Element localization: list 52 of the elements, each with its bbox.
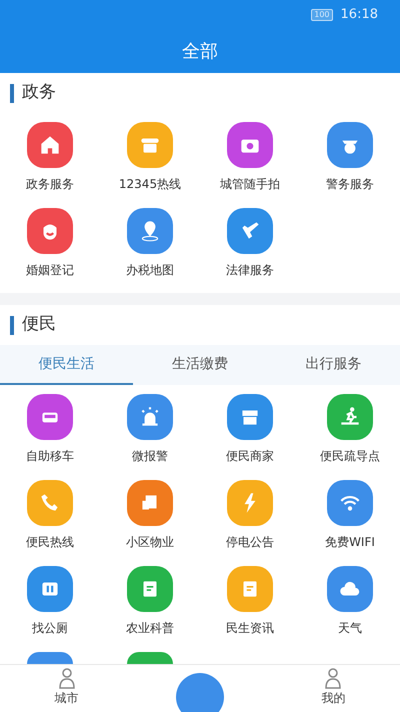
person-icon xyxy=(56,667,77,689)
battery-icon: 100 xyxy=(311,9,333,21)
app-icon[interactable] xyxy=(27,652,73,664)
service-label: 农业科普 xyxy=(126,620,174,637)
tab[interactable]: 出行服务 xyxy=(266,345,400,385)
nav-tab[interactable]: 我的 xyxy=(266,665,400,707)
service-label: 自助移车 xyxy=(26,448,74,465)
scan-button[interactable] xyxy=(176,673,224,712)
news-icon[interactable] xyxy=(227,566,273,612)
note-icon[interactable] xyxy=(127,566,173,612)
status-time: 16:18 xyxy=(340,6,378,24)
service-label: 停电公告 xyxy=(226,534,274,551)
camera-icon[interactable] xyxy=(227,122,273,168)
lightning-icon[interactable] xyxy=(227,480,273,526)
toilet-sign-icon[interactable] xyxy=(27,566,73,612)
service-label: 12345热线 xyxy=(118,176,182,193)
service-label: 婚姻登记 xyxy=(26,262,74,279)
service-label: 民生资讯 xyxy=(226,620,274,637)
service-label: 便民商家 xyxy=(226,448,274,465)
service-label: 法律服务 xyxy=(226,262,274,279)
service-label: 便民疏导点 xyxy=(320,448,380,465)
wifi-icon[interactable] xyxy=(327,480,373,526)
section-marker xyxy=(10,84,14,102)
cloud-icon[interactable] xyxy=(327,566,373,612)
house-icon[interactable] xyxy=(27,122,73,168)
header-title: 全部 xyxy=(0,30,400,73)
car-icon[interactable] xyxy=(27,394,73,440)
storefront-icon[interactable] xyxy=(227,394,273,440)
service-label: 办税地图 xyxy=(126,262,174,279)
tab[interactable]: 生活缴费 xyxy=(133,345,267,385)
service-label: 找公厕 xyxy=(32,620,68,637)
location-pin-icon[interactable] xyxy=(127,208,173,254)
section-marker xyxy=(10,316,14,334)
person-icon xyxy=(323,667,344,689)
service-label: 警务服务 xyxy=(326,176,374,193)
running-person-icon[interactable] xyxy=(327,394,373,440)
section-title: 便民 xyxy=(22,313,56,336)
service-label: 天气 xyxy=(338,620,362,637)
nav-tab[interactable]: 城市 xyxy=(0,665,134,707)
tab[interactable]: 便民生活 xyxy=(0,345,134,385)
app-icon[interactable] xyxy=(127,652,173,664)
phone-icon[interactable] xyxy=(27,480,73,526)
service-label: 微报警 xyxy=(132,448,168,465)
gavel-icon[interactable] xyxy=(227,208,273,254)
service-label: 免费WIFI xyxy=(325,534,375,551)
service-label: 小区物业 xyxy=(126,534,174,551)
service-label: 城管随手拍 xyxy=(220,176,280,193)
siren-icon[interactable] xyxy=(127,394,173,440)
police-face-icon[interactable] xyxy=(327,122,373,168)
service-label: 便民热线 xyxy=(26,534,74,551)
service-label: 政务服务 xyxy=(26,176,74,193)
section-title: 政务 xyxy=(22,81,56,104)
